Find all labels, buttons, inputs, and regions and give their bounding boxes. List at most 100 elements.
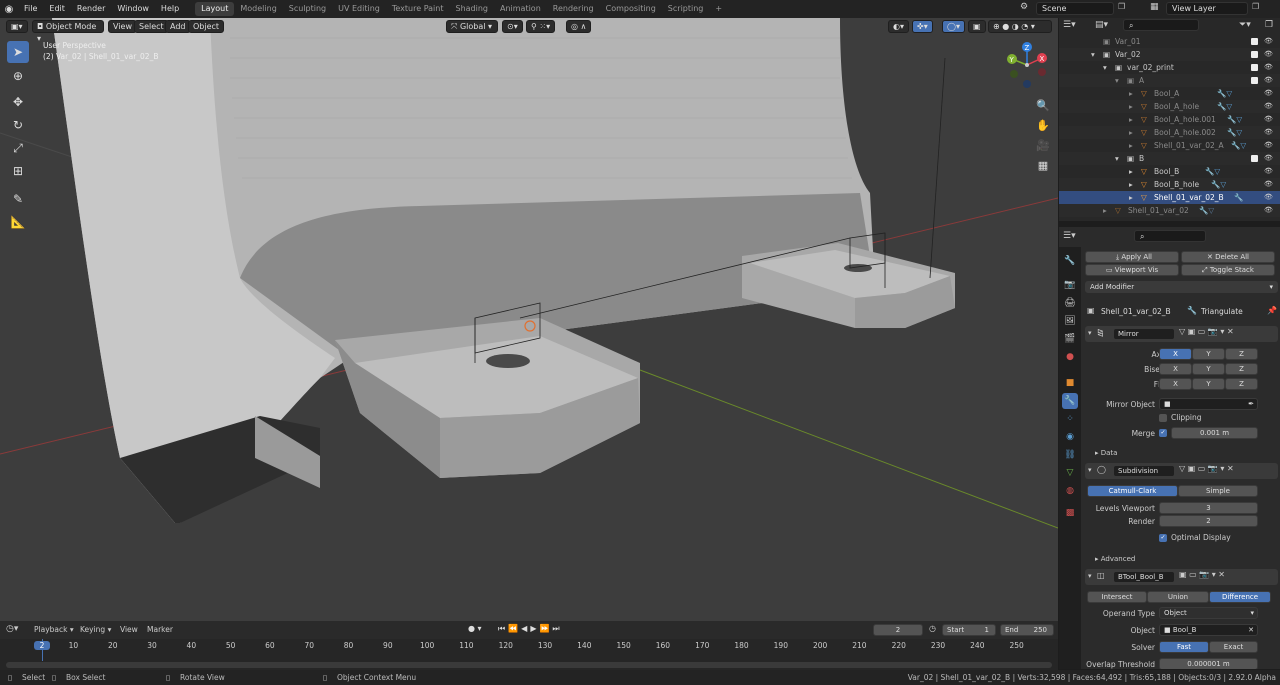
new-collection-icon[interactable]: ❐ <box>1265 20 1273 30</box>
end-frame-field[interactable]: End 250 <box>1000 624 1054 636</box>
mirror-name-field[interactable]: Mirror <box>1113 328 1175 340</box>
scene-new-icon[interactable]: ❐ <box>1118 2 1125 11</box>
render-tab-icon[interactable]: 📷 <box>1062 277 1078 293</box>
solver-exact-toggle[interactable]: Exact <box>1209 641 1258 653</box>
solver-fast-toggle[interactable]: Fast <box>1159 641 1209 653</box>
tool-tab-icon[interactable]: 🔧 <box>1062 253 1078 269</box>
physics-tab-icon[interactable]: ◉ <box>1062 429 1078 445</box>
blender-logo-icon[interactable]: ◉ <box>0 0 18 18</box>
scene-tab-icon[interactable]: 🎬 <box>1062 331 1078 347</box>
tab-scripting[interactable]: Scripting <box>662 2 710 16</box>
material-tab-icon[interactable]: ◍ <box>1062 483 1078 499</box>
shading-modes[interactable]: ⊕ ● ◑ ◔ ▾ <box>988 20 1052 33</box>
outliner-row[interactable]: ▸ ▽ Bool_A 🔧▽ 👁 <box>1059 87 1280 100</box>
collapse-icon[interactable]: ▾ <box>1088 329 1092 337</box>
timeline-menu-view[interactable]: View <box>120 625 138 634</box>
timeline-menu-playback[interactable]: Playback ▾ <box>34 625 74 634</box>
gizmo-toggle[interactable]: ✜▾ <box>912 20 933 33</box>
viewport-canvas[interactable] <box>0 18 1058 621</box>
btool-name-field[interactable]: BTool_Bool_B <box>1113 571 1175 583</box>
3d-viewport[interactable]: ▣▾ ◘ Object Mode ▾ View Select Add Objec… <box>0 18 1058 621</box>
texture-tab-icon[interactable]: ▩ <box>1062 505 1078 521</box>
viewport-menu-select[interactable]: Select <box>134 20 169 33</box>
rotate-tool-icon[interactable]: ↻ <box>7 114 29 136</box>
outliner-row[interactable]: ▸ ▽ Bool_B_hole 🔧▽ 👁 <box>1059 178 1280 191</box>
navigation-gizmo[interactable]: Z Y X <box>1002 40 1052 90</box>
viewport-menu-add[interactable]: Add <box>165 20 191 33</box>
outliner-row[interactable]: ▣ Var_01 👁 <box>1059 35 1280 48</box>
annotate-tool-icon[interactable]: ✎ <box>7 188 29 210</box>
tab-shading[interactable]: Shading <box>449 2 494 16</box>
viewport-menu-object[interactable]: Object <box>188 20 225 33</box>
timeline-menu-marker[interactable]: Marker <box>147 625 173 634</box>
camera-view-icon[interactable]: 🎥 <box>1033 135 1053 155</box>
particles-tab-icon[interactable]: ⁘ <box>1062 411 1078 427</box>
mirror-object-field[interactable]: ■ ✒ <box>1159 398 1258 410</box>
menu-window[interactable]: Window <box>111 0 155 18</box>
difference-toggle[interactable]: Difference <box>1209 591 1271 603</box>
select-box-tool-icon[interactable]: ➤ <box>7 41 29 63</box>
measure-tool-icon[interactable]: 📐 <box>7 211 29 233</box>
optimal-display-checkbox[interactable]: ✓ <box>1159 534 1167 542</box>
collapse-icon[interactable]: ▾ <box>1088 572 1092 580</box>
timeline-menu-keying[interactable]: Keying ▾ <box>80 625 111 634</box>
playback-controls[interactable]: ⏮⏪◀▶⏩⏭ <box>498 624 563 634</box>
viewport-vis-button[interactable]: ▭ Viewport Vis <box>1085 264 1179 276</box>
btool-toggle-icons[interactable]: ▣ ▭ 📷 ▾ ✕ <box>1179 570 1225 579</box>
menu-file[interactable]: File <box>18 0 43 18</box>
menu-edit[interactable]: Edit <box>43 0 71 18</box>
mirror-toggle-icons[interactable]: ▽ ▣ ▭ 📷 ▾ ✕ <box>1179 327 1234 336</box>
data-tab-icon[interactable]: ▽ <box>1062 465 1078 481</box>
subdivision-toggle-icons[interactable]: ▽ ▣ ▭ 📷 ▾ ✕ <box>1179 464 1234 473</box>
proportional-edit-toggle[interactable]: ◎ ∧ <box>566 20 592 33</box>
outliner-row[interactable]: ▾ ▣ B 👁 <box>1059 152 1280 165</box>
scene-icon[interactable]: ⚙ <box>1020 2 1028 12</box>
axis-z-toggle[interactable]: Z <box>1225 348 1258 360</box>
collapse-icon[interactable]: ▾ <box>1088 466 1092 474</box>
tab-texture-paint[interactable]: Texture Paint <box>386 2 450 16</box>
zoom-icon[interactable]: 🔍 <box>1033 95 1053 115</box>
apply-all-button[interactable]: ⤓ Apply All <box>1085 251 1179 263</box>
move-tool-icon[interactable]: ✥ <box>7 91 29 113</box>
menu-render[interactable]: Render <box>71 0 111 18</box>
view-layer-icon[interactable]: ▦ <box>1150 2 1159 12</box>
flip-x-toggle[interactable]: X <box>1159 378 1192 390</box>
intersect-toggle[interactable]: Intersect <box>1087 591 1147 603</box>
bisect-z-toggle[interactable]: Z <box>1225 363 1258 375</box>
filter-icon[interactable]: ⏷▾ <box>1239 20 1251 30</box>
advanced-subpanel-toggle[interactable]: ▸ Advanced <box>1095 555 1135 563</box>
simple-toggle[interactable]: Simple <box>1178 485 1258 497</box>
pivot-selector[interactable]: ⊙▾ <box>502 20 523 33</box>
tab-modeling[interactable]: Modeling <box>234 2 282 16</box>
subdivision-name-field[interactable]: Subdivision <box>1113 465 1175 477</box>
outliner-row[interactable]: ▸ ▽ Shell_01_var_02 🔧▽ 👁 <box>1059 204 1280 217</box>
tab-layout[interactable]: Layout <box>195 2 235 16</box>
flip-y-toggle[interactable]: Y <box>1192 378 1225 390</box>
axis-y-toggle[interactable]: Y <box>1192 348 1225 360</box>
record-icon[interactable]: ● ▾ <box>468 624 482 633</box>
axis-x-toggle[interactable]: X <box>1159 348 1192 360</box>
tab-compositing[interactable]: Compositing <box>600 2 662 16</box>
view-layer-tab-icon[interactable]: 🖼 <box>1062 313 1078 329</box>
editor-type-button[interactable]: ▣▾ <box>6 20 28 33</box>
scene-selector[interactable]: Scene <box>1036 2 1114 15</box>
transform-orientation-selector[interactable]: ⤧ Global ▾ <box>446 20 498 33</box>
catmull-clark-toggle[interactable]: Catmull-Clark <box>1087 485 1178 497</box>
delete-all-button[interactable]: ✕ Delete All <box>1181 251 1275 263</box>
clock-icon[interactable]: ◷▾ <box>6 624 18 634</box>
cursor-tool-icon[interactable]: ⊕ <box>7 65 29 87</box>
pan-hand-icon[interactable]: ✋ <box>1033 115 1053 135</box>
merge-distance-field[interactable]: 0.001 m <box>1171 427 1258 439</box>
view-layer-selector[interactable]: View Layer <box>1166 2 1248 15</box>
viewport-menu-view[interactable]: View <box>108 20 137 33</box>
pin-icon[interactable]: 📌 <box>1267 306 1277 315</box>
overlays-toggle[interactable]: ◯▾ <box>942 20 965 33</box>
display-mode-icon[interactable]: ▤▾ <box>1095 20 1108 30</box>
object-field[interactable]: ■ Bool_B ✕ <box>1159 624 1258 636</box>
outliner-row[interactable]: ▸ ▽ Bool_A_hole.001 🔧▽ 👁 <box>1059 113 1280 126</box>
preview-range-icon[interactable]: ◷ <box>929 624 936 633</box>
start-frame-field[interactable]: Start 1 <box>942 624 996 636</box>
properties-search-input[interactable]: ⌕ <box>1134 230 1206 242</box>
outliner-row[interactable]: ▾ ▣ A 👁 <box>1059 74 1280 87</box>
ortho-grid-icon[interactable]: ▦ <box>1033 155 1053 175</box>
